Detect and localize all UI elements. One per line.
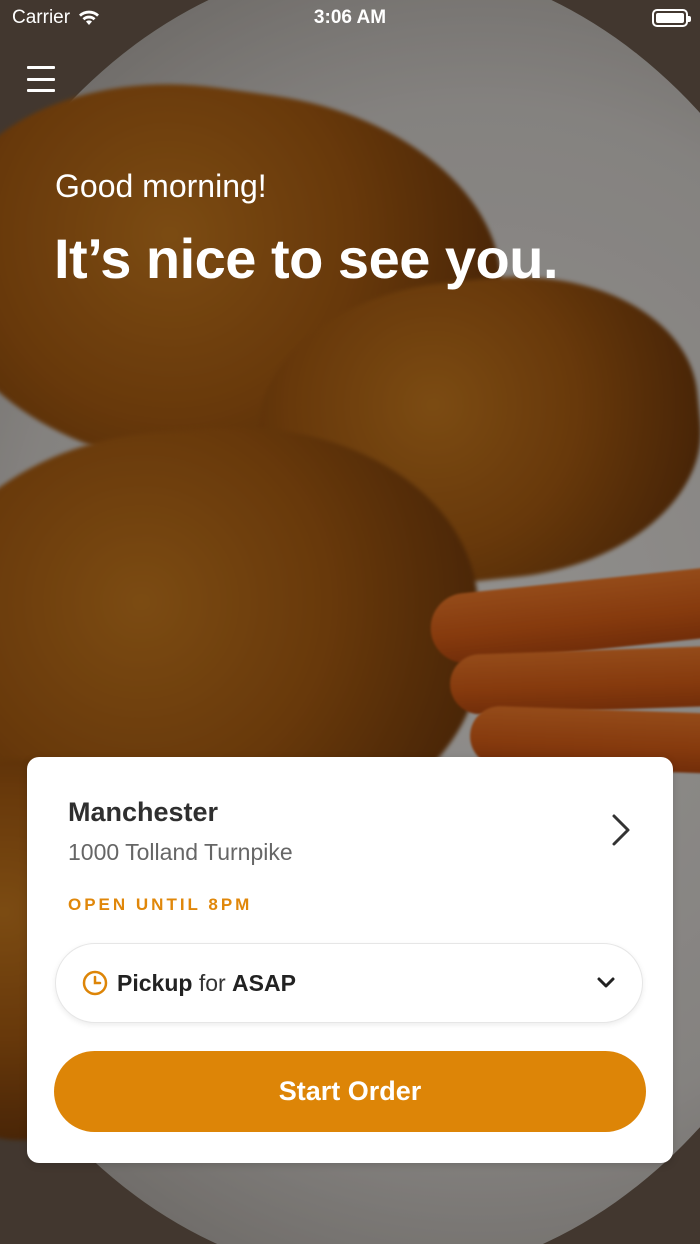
clock-icon [82,970,108,996]
order-mode: Pickup [117,969,193,996]
hamburger-menu-icon[interactable] [27,66,55,92]
status-time: 3:06 AM [313,7,387,28]
start-order-button[interactable]: Start Order [54,1051,646,1132]
order-mode-selector[interactable]: Pickup for ASAP [55,943,643,1023]
carrier-label: Carrier [12,7,71,28]
status-bar: Carrier 3:06 AM [0,0,700,36]
hours-status: OPEN UNTIL 8PM [68,895,253,914]
headline-text: It’s nice to see you. [54,227,559,290]
order-mode-text: Pickup for ASAP [117,970,296,997]
battery-icon [652,9,691,27]
location-name[interactable]: Manchester [68,797,218,828]
greeting-text: Good morning! [55,168,267,204]
chevron-right-icon[interactable] [610,813,632,847]
location-address: 1000 Tolland Turnpike [68,839,293,865]
chevron-down-icon[interactable] [596,976,616,990]
wifi-icon [79,10,100,25]
location-card: Manchester 1000 Tolland Turnpike OPEN UN… [27,757,673,1163]
order-time: ASAP [232,969,296,996]
order-connector: for [198,969,226,996]
